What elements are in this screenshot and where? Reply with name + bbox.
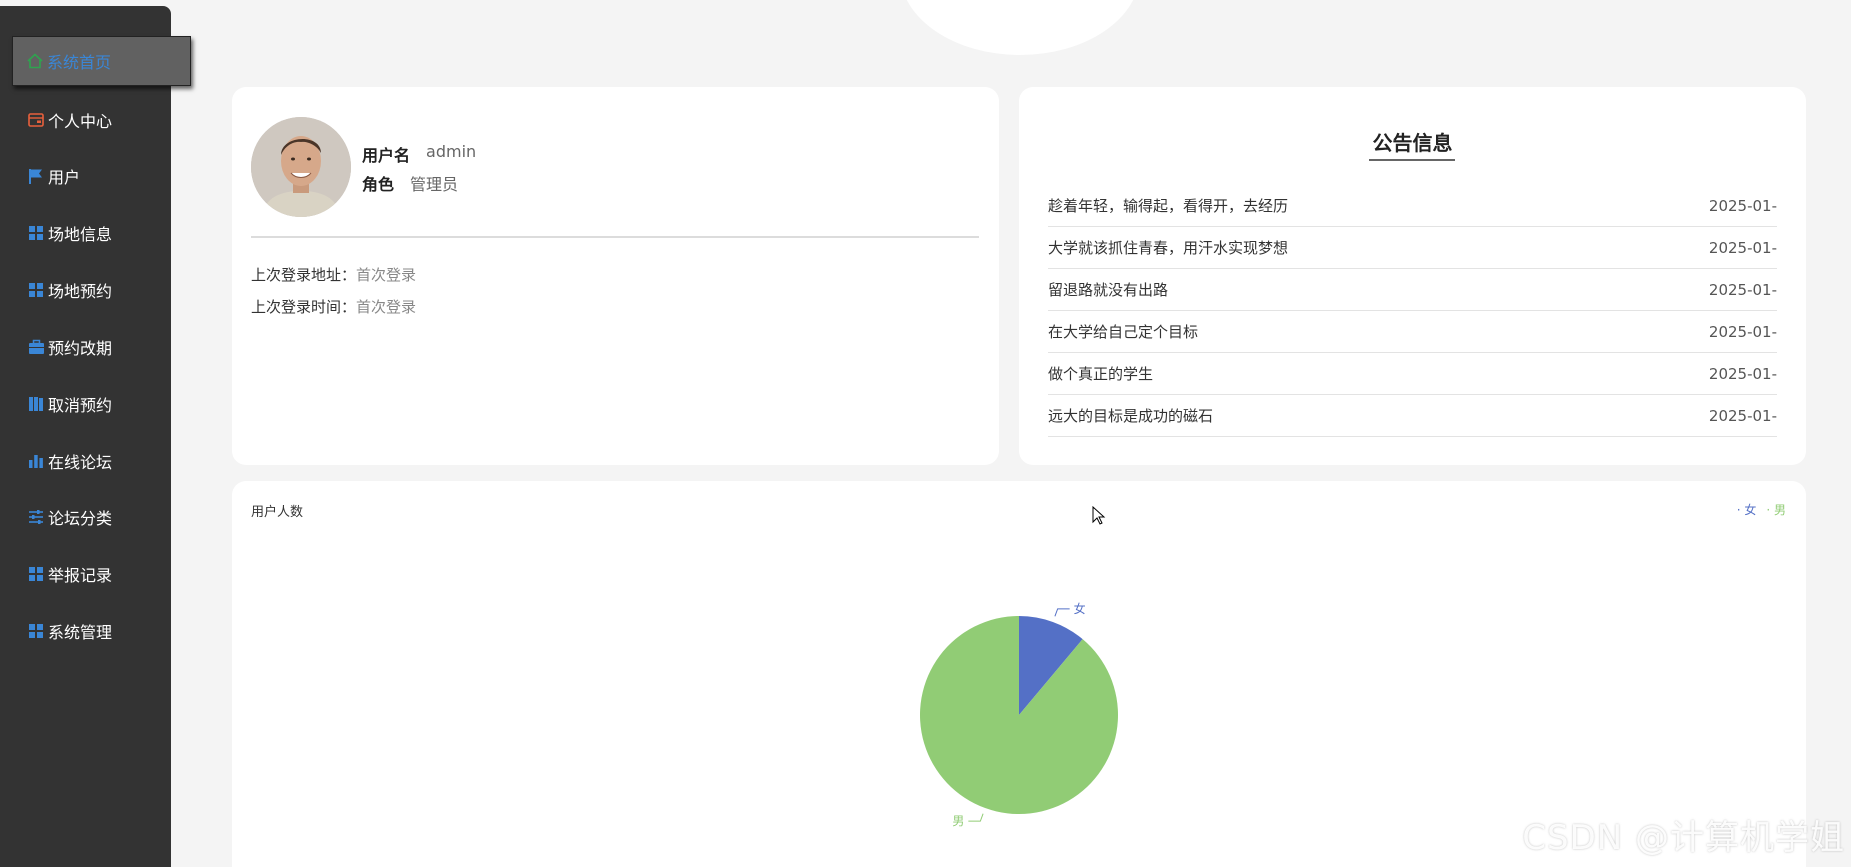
sidebar-item-forum[interactable]: 在线论坛: [0, 441, 171, 481]
sidebar: 系统首页 个人中心 用户 场地信息 场地预约 预约改期 取消预约 在线论坛 论坛…: [0, 6, 191, 867]
sidebar-item-system[interactable]: 系统管理: [0, 611, 171, 651]
home-icon: [25, 51, 45, 71]
notice-item[interactable]: 远大的目标是成功的磁石 2025-01-: [1048, 395, 1777, 437]
sidebar-item-profile[interactable]: 个人中心: [0, 100, 171, 140]
last-login-time-label: 上次登录时间：: [251, 298, 357, 316]
pie-label: 男: [952, 814, 964, 828]
wallet-icon: [26, 110, 46, 130]
sidebar-item-label: 个人中心: [48, 112, 113, 131]
sidebar-item-label: 系统首页: [47, 53, 112, 72]
username-value: admin: [426, 142, 477, 161]
sliders-icon: [26, 507, 46, 527]
sidebar-item-label: 预约改期: [48, 339, 113, 358]
username-label: 用户名: [362, 146, 411, 165]
sidebar-item-label: 场地预约: [48, 282, 113, 301]
notice-item[interactable]: 留退路就没有出路 2025-01-: [1048, 269, 1777, 311]
notice-text: 大学就该抓住青春，用汗水实现梦想: [1048, 239, 1289, 257]
sidebar-item-label: 在线论坛: [48, 453, 113, 472]
notice-date: 2025-01-: [1708, 196, 1777, 215]
last-login-address-label: 上次登录地址：: [251, 266, 357, 284]
avatar: [251, 117, 351, 217]
notice-text: 趁着年轻，输得起，看得开，去经历: [1048, 197, 1289, 215]
sidebar-item-cancel-booking[interactable]: 取消预约: [0, 384, 171, 424]
pie-label: 女: [1074, 601, 1086, 616]
notice-card: 公告信息 趁着年轻，输得起，看得开，去经历 2025-01- 大学就该抓住青春，用…: [1019, 87, 1806, 465]
notice-item[interactable]: 做个真正的学生 2025-01-: [1048, 353, 1777, 395]
sidebar-item-reports[interactable]: 举报记录: [0, 554, 171, 594]
notice-item[interactable]: 大学就该抓住青春，用汗水实现梦想 2025-01-: [1048, 227, 1777, 269]
notice-date: 2025-01-: [1708, 280, 1777, 299]
sidebar-item-label: 论坛分类: [48, 509, 113, 528]
bar-chart-icon: [26, 451, 46, 471]
username-row: 用户名 admin: [362, 142, 476, 166]
grid-icon: [26, 564, 46, 584]
sidebar-item-label: 用户: [48, 168, 81, 187]
last-login-address: 上次登录地址：首次登录: [251, 264, 416, 285]
briefcase-icon: [26, 337, 46, 357]
notice-title-underline: [1369, 159, 1455, 161]
grid-icon: [26, 223, 46, 243]
last-login-address-value: 首次登录: [356, 266, 417, 284]
notice-item[interactable]: 在大学给自己定个目标 2025-01-: [1048, 311, 1777, 353]
sidebar-item-forum-category[interactable]: 论坛分类: [0, 497, 171, 537]
flag-icon: [26, 166, 46, 186]
user-info-card: 用户名 admin 角色 管理员 上次登录地址：首次登录 上次登录时间：首次登录: [232, 87, 999, 465]
mouse-cursor-icon: [1092, 505, 1106, 530]
role-label: 角色: [362, 175, 395, 194]
pie-slice[interactable]: [919, 616, 1118, 814]
sidebar-item-venue-booking[interactable]: 场地预约: [0, 270, 171, 310]
pie-label-line: [1054, 608, 1070, 617]
sidebar-item-label: 系统管理: [48, 623, 113, 642]
last-login-time: 上次登录时间：首次登录: [251, 296, 416, 317]
notice-text: 做个真正的学生: [1048, 365, 1154, 383]
notice-date: 2025-01-: [1708, 322, 1777, 341]
notice-date: 2025-01-: [1708, 406, 1777, 425]
books-icon: [26, 394, 46, 414]
last-login-time-value: 首次登录: [356, 298, 417, 316]
top-decoration: [900, 0, 1140, 55]
role-row: 角色 管理员: [362, 171, 458, 195]
sidebar-item-venue-info[interactable]: 场地信息: [0, 213, 171, 253]
notice-date: 2025-01-: [1708, 364, 1777, 383]
sidebar-item-home[interactable]: 系统首页: [12, 36, 191, 86]
notice-text: 远大的目标是成功的磁石: [1048, 407, 1214, 425]
notice-text: 在大学给自己定个目标: [1048, 323, 1199, 341]
sidebar-item-label: 取消预约: [48, 396, 113, 415]
divider: [251, 236, 979, 238]
notice-list: 趁着年轻，输得起，看得开，去经历 2025-01- 大学就该抓住青春，用汗水实现梦…: [1048, 185, 1777, 437]
notice-text: 留退路就没有出路: [1048, 281, 1169, 299]
grid-icon: [26, 280, 46, 300]
notice-title: 公告信息: [1372, 131, 1453, 155]
role-value: 管理员: [410, 175, 459, 194]
sidebar-item-label: 场地信息: [48, 225, 113, 244]
sidebar-item-label: 举报记录: [48, 566, 113, 585]
notice-item[interactable]: 趁着年轻，输得起，看得开，去经历 2025-01-: [1048, 185, 1777, 227]
watermark: CSDN @计算机学姐: [1522, 818, 1845, 858]
sidebar-item-reschedule[interactable]: 预约改期: [0, 327, 171, 367]
grid-icon: [26, 621, 46, 641]
pie-label-line: [968, 813, 984, 822]
sidebar-item-user[interactable]: 用户: [0, 156, 171, 196]
notice-date: 2025-01-: [1708, 238, 1777, 257]
